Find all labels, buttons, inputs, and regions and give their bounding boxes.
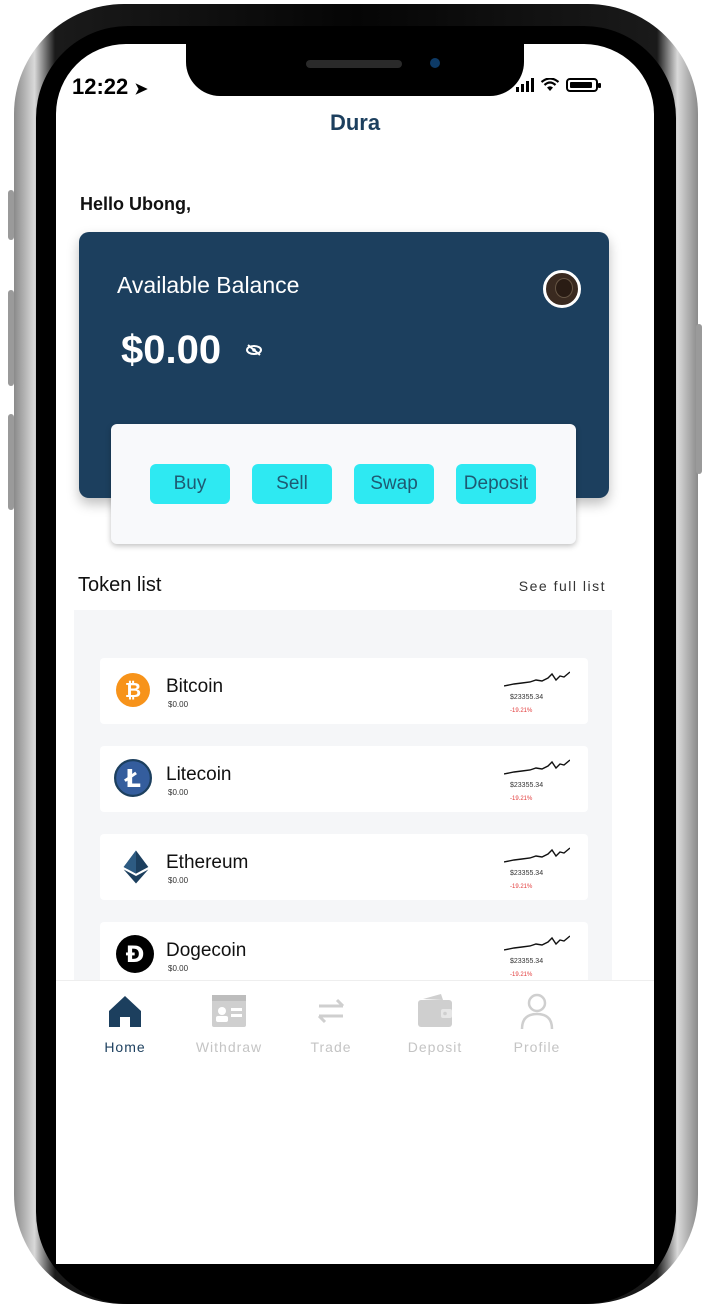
token-change: -19.21% [510,708,533,714]
token-balance: $0.00 [168,788,189,797]
bottom-nav: Home Withdraw Trade Deposit Profile [56,980,654,1264]
nav-label: Profile [513,1039,561,1055]
mute-switch [8,190,14,240]
token-name: Dogecoin [166,940,247,961]
nav-home[interactable]: Home [75,991,175,1055]
token-list-title: Token list [78,574,162,596]
sparkline-chart [504,671,570,687]
sell-button[interactable]: Sell [252,464,332,504]
nav-deposit[interactable]: Deposit [385,991,485,1055]
token-change: -19.21% [510,972,533,978]
see-full-list-link[interactable]: See full list [519,578,606,594]
balance-label: Available Balance [117,272,300,298]
token-balance: $0.00 [168,964,189,973]
app-title: Dura [329,110,381,135]
token-price: $23355.34 [510,782,544,789]
token-row-dogecoin[interactable]: Đ Dogecoin $0.00 $23355.34 -19.21% [100,922,588,988]
token-balance: $0.00 [168,700,189,709]
token-row-bitcoin[interactable]: ₿ Bitcoin $0.00 $23355.34 -19.21% [100,658,588,724]
sparkline-chart [504,935,570,951]
svg-text:Ł: Ł [123,764,141,793]
sparkline-chart [504,847,570,863]
token-change: -19.21% [510,884,533,890]
nav-profile[interactable]: Profile [487,991,587,1055]
token-price: $23355.34 [510,870,544,877]
user-icon [520,993,554,1030]
avatar[interactable] [543,270,581,308]
deposit-button[interactable]: Deposit [456,464,536,504]
swap-arrows-icon [317,998,345,1024]
action-panel: Buy Sell Swap Deposit [111,424,576,544]
signal-icon [516,78,534,92]
token-name: Litecoin [166,764,232,785]
token-name: Ethereum [166,852,249,873]
wallet-icon [418,994,452,1027]
balance-amount: $0.00 [121,328,222,372]
id-card-icon [212,995,246,1027]
camera [430,58,440,68]
nav-label: Deposit [407,1039,463,1055]
nav-withdraw[interactable]: Withdraw [179,991,279,1055]
buy-button[interactable]: Buy [150,464,230,504]
token-price: $23355.34 [510,694,544,701]
status-time: 12:22 ➤ [72,74,148,99]
sparkline-chart [504,759,570,775]
location-arrow-icon: ➤ [134,81,148,98]
dogecoin-icon: Đ [116,935,154,973]
nav-label: Home [104,1039,146,1055]
home-icon [109,996,141,1027]
nav-label: Withdraw [195,1039,263,1055]
wifi-icon [540,78,560,91]
token-change: -19.21% [510,796,533,802]
power-button [696,324,702,474]
volume-up-button [8,290,14,386]
bitcoin-icon: ₿ [116,673,150,707]
eye-off-icon[interactable] [245,344,263,356]
swap-button[interactable]: Swap [354,464,434,504]
svg-text:₿: ₿ [125,678,141,702]
nav-trade[interactable]: Trade [281,991,381,1055]
app-screen: 12:22 ➤ Dura Hello Ubong, Available Bala… [56,44,654,1264]
token-name: Bitcoin [166,676,224,697]
litecoin-icon: Ł [114,759,152,797]
svg-text:Đ: Đ [126,942,145,968]
token-row-ethereum[interactable]: Ethereum $0.00 $23355.34 -19.21% [100,834,588,900]
token-row-litecoin[interactable]: Ł Litecoin $0.00 $23355.34 -19.21% [100,746,588,812]
status-icons [516,78,601,92]
ethereum-icon [123,850,149,884]
speaker [306,60,402,68]
token-balance: $0.00 [168,876,189,885]
volume-down-button [8,414,14,510]
battery-icon [566,78,601,92]
greeting: Hello Ubong, [80,194,191,214]
nav-label: Trade [310,1039,352,1055]
notch [186,44,524,96]
token-price: $23355.34 [510,958,544,965]
token-list: ₿ Bitcoin $0.00 $23355.34 -19.21% Ł Lite… [74,610,612,1040]
